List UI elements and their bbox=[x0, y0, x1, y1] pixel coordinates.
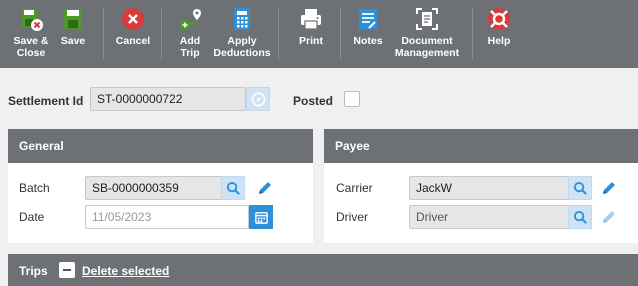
print-label: Print bbox=[299, 35, 323, 47]
driver-field[interactable]: Driver bbox=[409, 205, 569, 229]
save-label: Save bbox=[60, 35, 86, 47]
trips-section-header: Trips Delete selected bbox=[8, 254, 638, 286]
general-panel: General Batch SB-0000000359 Date 11/05/2… bbox=[8, 129, 313, 243]
add-trip-label: Add Trip bbox=[179, 35, 201, 59]
payee-panel: Payee Carrier JackW Driver Driver bbox=[324, 129, 638, 243]
notes-icon bbox=[355, 6, 381, 32]
apply-deductions-label: Apply Deductions bbox=[213, 35, 271, 59]
search-icon bbox=[573, 181, 587, 195]
date-label: Date bbox=[19, 210, 45, 224]
minus-icon[interactable] bbox=[59, 262, 75, 278]
save-button[interactable]: Save bbox=[56, 6, 90, 66]
save-close-icon bbox=[18, 6, 44, 32]
carrier-search-button[interactable] bbox=[568, 176, 592, 200]
apply-deductions-button[interactable]: Apply Deductions bbox=[212, 6, 272, 66]
cancel-icon bbox=[120, 6, 146, 32]
batch-field[interactable]: SB-0000000359 bbox=[85, 176, 222, 200]
help-button[interactable]: Help bbox=[482, 6, 516, 66]
cancel-button[interactable]: Cancel bbox=[112, 6, 154, 66]
printer-icon bbox=[298, 6, 324, 32]
payee-panel-header: Payee bbox=[324, 129, 638, 163]
document-management-icon bbox=[414, 6, 440, 32]
toolbar: Save & Close Save Cancel Add Trip Apply … bbox=[0, 0, 638, 68]
batch-search-button[interactable] bbox=[221, 176, 245, 200]
carrier-edit-button[interactable] bbox=[599, 178, 619, 198]
carrier-label: Carrier bbox=[336, 181, 373, 195]
save-close-button[interactable]: Save & Close bbox=[8, 6, 54, 66]
posted-checkbox[interactable] bbox=[344, 91, 360, 107]
driver-search-button[interactable] bbox=[568, 205, 592, 229]
batch-edit-button[interactable] bbox=[255, 178, 275, 198]
settlement-id-field[interactable]: ST-0000000722 bbox=[90, 87, 246, 111]
add-trip-icon bbox=[177, 6, 203, 32]
date-picker-button[interactable] bbox=[249, 205, 273, 229]
notes-label: Notes bbox=[353, 35, 383, 47]
help-label: Help bbox=[487, 35, 511, 47]
general-panel-header: General bbox=[8, 129, 313, 163]
notes-button[interactable]: Notes bbox=[350, 6, 386, 66]
search-icon bbox=[573, 210, 587, 224]
save-close-label: Save & Close bbox=[13, 35, 49, 59]
cancel-label: Cancel bbox=[115, 35, 151, 47]
driver-edit-button[interactable] bbox=[599, 207, 619, 227]
toolbar-separator bbox=[278, 8, 279, 60]
save-icon bbox=[60, 6, 86, 32]
pencil-icon bbox=[603, 182, 615, 194]
document-management-button[interactable]: Document Management bbox=[392, 6, 462, 66]
toolbar-separator bbox=[340, 8, 341, 60]
search-icon bbox=[226, 181, 240, 195]
calculator-icon bbox=[229, 6, 255, 32]
calendar-icon bbox=[254, 211, 268, 224]
carrier-field[interactable]: JackW bbox=[409, 176, 569, 200]
toolbar-separator bbox=[472, 8, 473, 60]
add-trip-button[interactable]: Add Trip bbox=[170, 6, 210, 66]
batch-label: Batch bbox=[19, 181, 50, 195]
toolbar-separator bbox=[161, 8, 162, 60]
delete-selected-link[interactable]: Delete selected bbox=[82, 264, 169, 278]
pencil-icon bbox=[259, 182, 271, 194]
compass-icon bbox=[251, 92, 265, 106]
posted-label: Posted bbox=[293, 94, 334, 108]
settlement-lookup-button[interactable] bbox=[246, 87, 270, 111]
toolbar-separator bbox=[103, 8, 104, 60]
settlement-id-label: Settlement Id bbox=[8, 94, 84, 108]
help-icon bbox=[486, 6, 512, 32]
trips-title: Trips bbox=[19, 264, 48, 278]
document-management-label: Document Management bbox=[394, 35, 460, 59]
driver-label: Driver bbox=[336, 210, 368, 224]
date-field[interactable]: 11/05/2023 bbox=[85, 205, 249, 229]
print-button[interactable]: Print bbox=[292, 6, 330, 66]
pencil-icon bbox=[603, 211, 615, 223]
